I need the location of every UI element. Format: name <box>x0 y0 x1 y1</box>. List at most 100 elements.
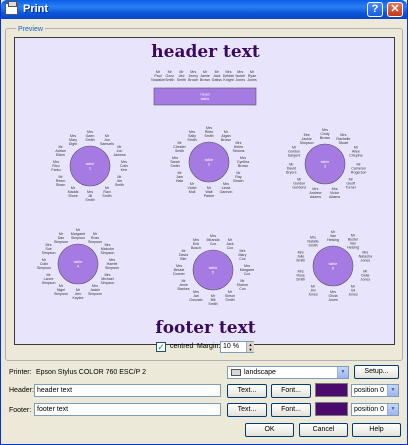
table-guest: Mr Delia Jones <box>361 269 371 281</box>
orientation-value: landscape <box>244 369 276 376</box>
footer-color-swatch[interactable] <box>315 402 348 416</box>
table-guest: Mrs Natasha Jones <box>359 251 372 263</box>
title-bar[interactable]: Print ? ✕ <box>1 0 407 19</box>
header-input[interactable]: header text <box>34 384 221 397</box>
table-guest: Mr Dan Simpson <box>54 232 68 244</box>
printer-label: Printer: <box>9 369 32 376</box>
landscape-icon <box>231 369 241 376</box>
footer-input[interactable]: footer text <box>34 403 221 416</box>
centred-label: centred <box>170 343 194 350</box>
table-guest: Mr Jim Smith <box>115 175 124 187</box>
chevron-down-icon: ▼ <box>337 367 348 378</box>
table-guest: Mr Reem Sharn <box>56 175 66 187</box>
table-guest: Mr David Bryers <box>286 162 297 174</box>
close-title-button[interactable]: ✕ <box>387 2 403 17</box>
table-guest: Mrs Rico Farku <box>51 160 60 172</box>
help-title-button[interactable]: ? <box>367 2 383 17</box>
table-guest: Mrs Jackie Simpson <box>88 284 102 296</box>
printer-name: Epson Stylus COLOR 760 ESC/P 2 <box>36 369 146 376</box>
head-guest: Mr Ryan Jones <box>247 70 257 82</box>
table-guest: Mrs Jackie Simpson <box>300 133 314 145</box>
table-guest: Mr Adrian Eiken <box>55 145 65 157</box>
head-guest: Mr Jamie Brown <box>200 70 210 82</box>
footer-label: Footer: <box>9 407 32 414</box>
table-guest: Mrs Sally Smith <box>187 130 196 142</box>
table-guest: Mrs Victor Adams <box>329 187 340 199</box>
table-guest: Mr Lance Simpson <box>42 273 56 285</box>
table-guest: Mrs Julie Smith <box>296 251 305 263</box>
table-guest: Mr Cameron Rogerson <box>351 162 367 174</box>
table-guest: Mr Geoff Turner <box>345 178 356 190</box>
table-guest: Mrs Cindy Brown <box>320 128 330 140</box>
table-guest: Mr Ray Brown <box>233 171 243 183</box>
table-guest: Mr Margaret Simpson <box>71 228 85 240</box>
table-guest: Mr Violet Mull <box>188 182 197 194</box>
table-guest: Mrs Gaen Smith <box>85 130 94 142</box>
help-button[interactable]: Help <box>352 423 401 437</box>
table-guest: Mr Walt Parker <box>204 186 215 198</box>
table-guest: Mr David Bier <box>179 249 188 261</box>
header-text-button[interactable]: Text... <box>227 384 267 398</box>
table-guest: Mr Jim Jones <box>308 284 318 296</box>
table-guest: Mrs Sarah Smith <box>170 156 180 168</box>
table-guest: Mr Ailee Crispina <box>349 146 362 158</box>
ok-button[interactable]: OK <box>245 423 294 437</box>
table-guest: Mrs Natalie Smith <box>307 236 318 248</box>
table-guest: Mr Chester Smith <box>173 141 186 153</box>
margin-spinner[interactable]: ▲ ▼ <box>246 342 254 352</box>
preview-group: Preview header text head table Mr Paul Nowak… <box>5 26 403 361</box>
header-position-value: position 0 <box>354 387 384 394</box>
table-guest: Mrs Erik Bosch <box>191 238 201 250</box>
printer-icon <box>5 1 18 15</box>
table-guest: Mr Van Helsing <box>327 230 339 242</box>
table-guest: Mr Sharon Cox <box>237 279 249 291</box>
orientation-select[interactable]: landscape ▼ <box>227 366 349 379</box>
table-guest: Mr Bill Smith <box>208 294 217 306</box>
table-guest: Mr Jack Cox <box>226 238 234 250</box>
table-guest: Mr Gordon Gordons <box>292 178 306 190</box>
table-guest: Mr Jon Jamess <box>113 145 126 157</box>
table-guest: Mr Gordon Sargent <box>288 146 301 158</box>
head-guest: Mr Jed Smith <box>177 70 186 82</box>
chevron-down-icon: ▼ <box>387 404 398 415</box>
seating-plan: head table Mr Paul NowakleMr Ozzo SmithMr Jed Sm… <box>37 70 372 306</box>
table-guest: Mrs Mary Cox <box>238 249 246 261</box>
footer-text-button[interactable]: Text... <box>227 403 267 417</box>
print-dialog: Print ? ✕ Preview header text head table M… <box>0 0 408 445</box>
header-color-swatch[interactable] <box>315 383 348 397</box>
table-guest: Mrs Olivia Jones <box>328 290 338 302</box>
head-guest: Mr Ozzo Smith <box>165 70 174 82</box>
head-guest: Mr Jack Gatiss <box>212 70 222 82</box>
table-guest: Mrs Michael Simpson <box>100 273 114 285</box>
table-guest: Mr Ross Simpson <box>88 232 102 244</box>
table-guest: Mrs Sue Simpson <box>42 243 56 255</box>
preview-footer-text: footer text <box>155 318 256 338</box>
header-font-button[interactable]: Font... <box>271 384 311 398</box>
head-guest: Mrs Debbie Knight <box>223 70 234 82</box>
table-guest: Mr Jem Kaylee <box>73 288 84 300</box>
table-guest: Mrs Harriet Simpson <box>105 258 119 270</box>
footer-position-select[interactable]: position 0 ▼ <box>351 403 399 416</box>
table-guest: Mr Simon Smith <box>225 290 235 302</box>
header-position-select[interactable]: position 0 ▼ <box>351 384 399 397</box>
table-guest: Mrs Jill Smith <box>85 190 94 202</box>
table-guest: Mrs Linda Gannon <box>220 182 233 194</box>
setup-button[interactable]: Setup... <box>354 365 399 379</box>
margin-label: Margin: <box>197 343 221 350</box>
table-guest: Mrs Andrew Adams <box>309 187 322 199</box>
footer-position-value: position 0 <box>354 406 384 413</box>
table-guest: Mr Madds Shore <box>68 186 79 198</box>
table-guest: Mr Jam Hale <box>176 171 183 183</box>
head-guest: Mr Paul Nowakle <box>151 70 165 82</box>
cancel-button[interactable]: Cancel <box>299 423 348 437</box>
table-guest: Mrs Rose Smith <box>296 269 305 281</box>
preview-page: header text head table Mr Paul Nowakle Mr Ozzo… <box>14 37 395 345</box>
table-guest: Mr Nigel Simpson <box>54 284 68 296</box>
table-guest: Mr Algan Brown <box>221 130 231 142</box>
footer-font-button[interactable]: Font... <box>271 403 311 417</box>
centred-checkbox[interactable]: ✓ <box>156 342 166 352</box>
chevron-down-icon: ▼ <box>387 385 398 396</box>
head-guest: Mrs Jenny Brown <box>188 70 198 82</box>
table-guest: Mr Jenie Bankes <box>178 279 190 291</box>
head-table-label: head table <box>201 91 211 101</box>
